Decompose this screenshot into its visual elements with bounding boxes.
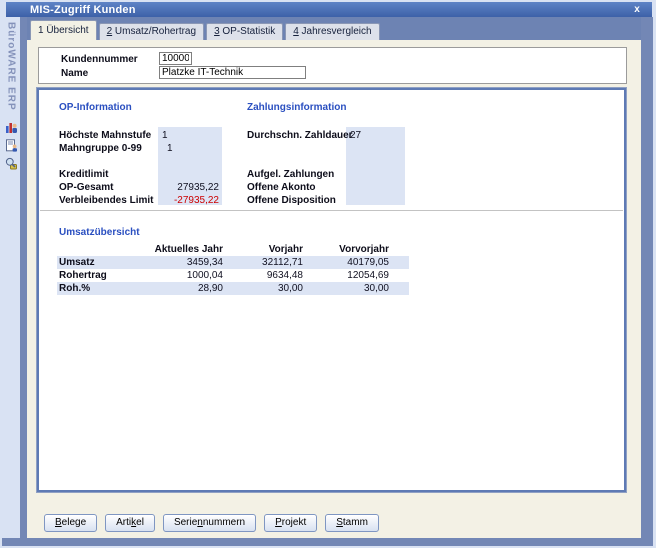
brand-vertical-label: BüroWARE ERP bbox=[6, 22, 17, 111]
op-information-heading: OP-Information bbox=[59, 102, 132, 113]
umsatzuebersicht-heading: Umsatzübersicht bbox=[59, 227, 140, 238]
op-row-value: 1 bbox=[167, 143, 173, 154]
tab-jahresvergleich[interactable]: 4 Jahresvergleich bbox=[285, 23, 379, 40]
kundennummer-input[interactable] bbox=[159, 52, 192, 65]
seriennummern-button[interactable]: Seriennummern bbox=[163, 514, 256, 532]
belege-button[interactable]: Belege bbox=[44, 514, 97, 532]
kundennummer-label: Kundennummer bbox=[61, 54, 138, 65]
content-area: 1 Übersicht 2 Umsatz/Rohertrag 3 OP-Stat… bbox=[27, 17, 641, 538]
op-row-value bbox=[158, 169, 219, 180]
cell: 32112,71 bbox=[223, 257, 303, 268]
table-row: Roh.% 28,90 30,00 30,00 bbox=[57, 282, 409, 295]
customer-chart-icon[interactable] bbox=[5, 121, 18, 134]
cell: 30,00 bbox=[223, 283, 303, 294]
tab-uebersicht[interactable]: 1 Übersicht bbox=[30, 20, 97, 40]
name-input[interactable] bbox=[159, 66, 306, 79]
customer-header-groupbox: Kundennummer Name bbox=[38, 47, 627, 84]
op-row-label: Kreditlimit bbox=[59, 169, 108, 180]
app-window: MIS-Zugriff Kunden x BüroWARE ERP 1 Über… bbox=[0, 0, 656, 548]
tab-strip: 1 Übersicht 2 Umsatz/Rohertrag 3 OP-Stat… bbox=[27, 17, 641, 40]
table-row: Umsatz 3459,34 32112,71 40179,05 bbox=[57, 256, 409, 269]
titlebar: MIS-Zugriff Kunden x bbox=[6, 2, 652, 17]
sidebar-icons bbox=[5, 121, 18, 170]
op-row-value: 27935,22 bbox=[158, 182, 219, 193]
tab-op-statistik[interactable]: 3 OP-Statistik bbox=[206, 23, 283, 40]
window-right-border bbox=[641, 17, 653, 538]
zahlung-row-label: Durchschn. Zahldauer bbox=[247, 130, 353, 141]
op-row-label: OP-Gesamt bbox=[59, 182, 113, 193]
zahlung-row-label: Aufgel. Zahlungen bbox=[247, 169, 334, 180]
table-row: Rohertrag 1000,04 9634,48 12054,69 bbox=[57, 269, 409, 282]
cell: 40179,05 bbox=[303, 257, 389, 268]
row-label: Rohertrag bbox=[57, 270, 147, 281]
artikel-button[interactable]: Artikel bbox=[105, 514, 155, 532]
cell: 12054,69 bbox=[303, 270, 389, 281]
cell: 30,00 bbox=[303, 283, 389, 294]
op-row-value: 1 bbox=[162, 130, 168, 141]
op-row-label: Verbleibendes Limit bbox=[59, 195, 153, 206]
row-label: Roh.% bbox=[57, 283, 147, 294]
umsatz-table: Aktuelles Jahr Vorjahr Vorvorjahr Umsatz… bbox=[57, 242, 409, 295]
tab-umsatz-rohertrag[interactable]: 2 Umsatz/Rohertrag bbox=[99, 23, 204, 40]
umsatz-header-row: Aktuelles Jahr Vorjahr Vorvorjahr bbox=[57, 242, 409, 256]
column-header: Aktuelles Jahr bbox=[147, 244, 223, 255]
zahlung-row-label: Offene Akonto bbox=[247, 182, 316, 193]
cell: 9634,48 bbox=[223, 270, 303, 281]
customer-report-icon[interactable] bbox=[5, 139, 18, 152]
section-divider bbox=[40, 210, 623, 211]
name-label: Name bbox=[61, 68, 88, 79]
zahlung-row-label: Offene Disposition bbox=[247, 195, 336, 206]
column-header: Vorvorjahr bbox=[303, 244, 389, 255]
cell: 28,90 bbox=[147, 283, 223, 294]
projekt-button[interactable]: Projekt bbox=[264, 514, 317, 532]
zahlung-row-value: 27 bbox=[350, 130, 361, 141]
window-left-border bbox=[20, 17, 27, 538]
cell: 3459,34 bbox=[147, 257, 223, 268]
sidebar: BüroWARE ERP bbox=[2, 17, 20, 538]
stamm-button[interactable]: Stamm bbox=[325, 514, 379, 532]
cell: 1000,04 bbox=[147, 270, 223, 281]
tab-label: 1 Übersicht bbox=[38, 25, 89, 36]
op-row-value-negative: -27935,22 bbox=[158, 195, 219, 206]
row-label: Umsatz bbox=[57, 257, 147, 268]
zahlungsinformation-heading: Zahlungsinformation bbox=[247, 102, 346, 113]
close-icon[interactable]: x bbox=[630, 3, 644, 16]
window-title: MIS-Zugriff Kunden bbox=[30, 4, 136, 16]
window-bottom-border bbox=[2, 538, 653, 546]
overview-panel: OP-Information Zahlungsinformation Höchs… bbox=[37, 88, 626, 492]
op-row-label: Höchste Mahnstufe bbox=[59, 130, 151, 141]
bottom-button-bar: Belege Artikel Seriennummern Projekt Sta… bbox=[44, 514, 379, 532]
search-globe-icon[interactable] bbox=[5, 157, 18, 170]
column-header: Vorjahr bbox=[223, 244, 303, 255]
op-row-label: Mahngruppe 0-99 bbox=[59, 143, 142, 154]
